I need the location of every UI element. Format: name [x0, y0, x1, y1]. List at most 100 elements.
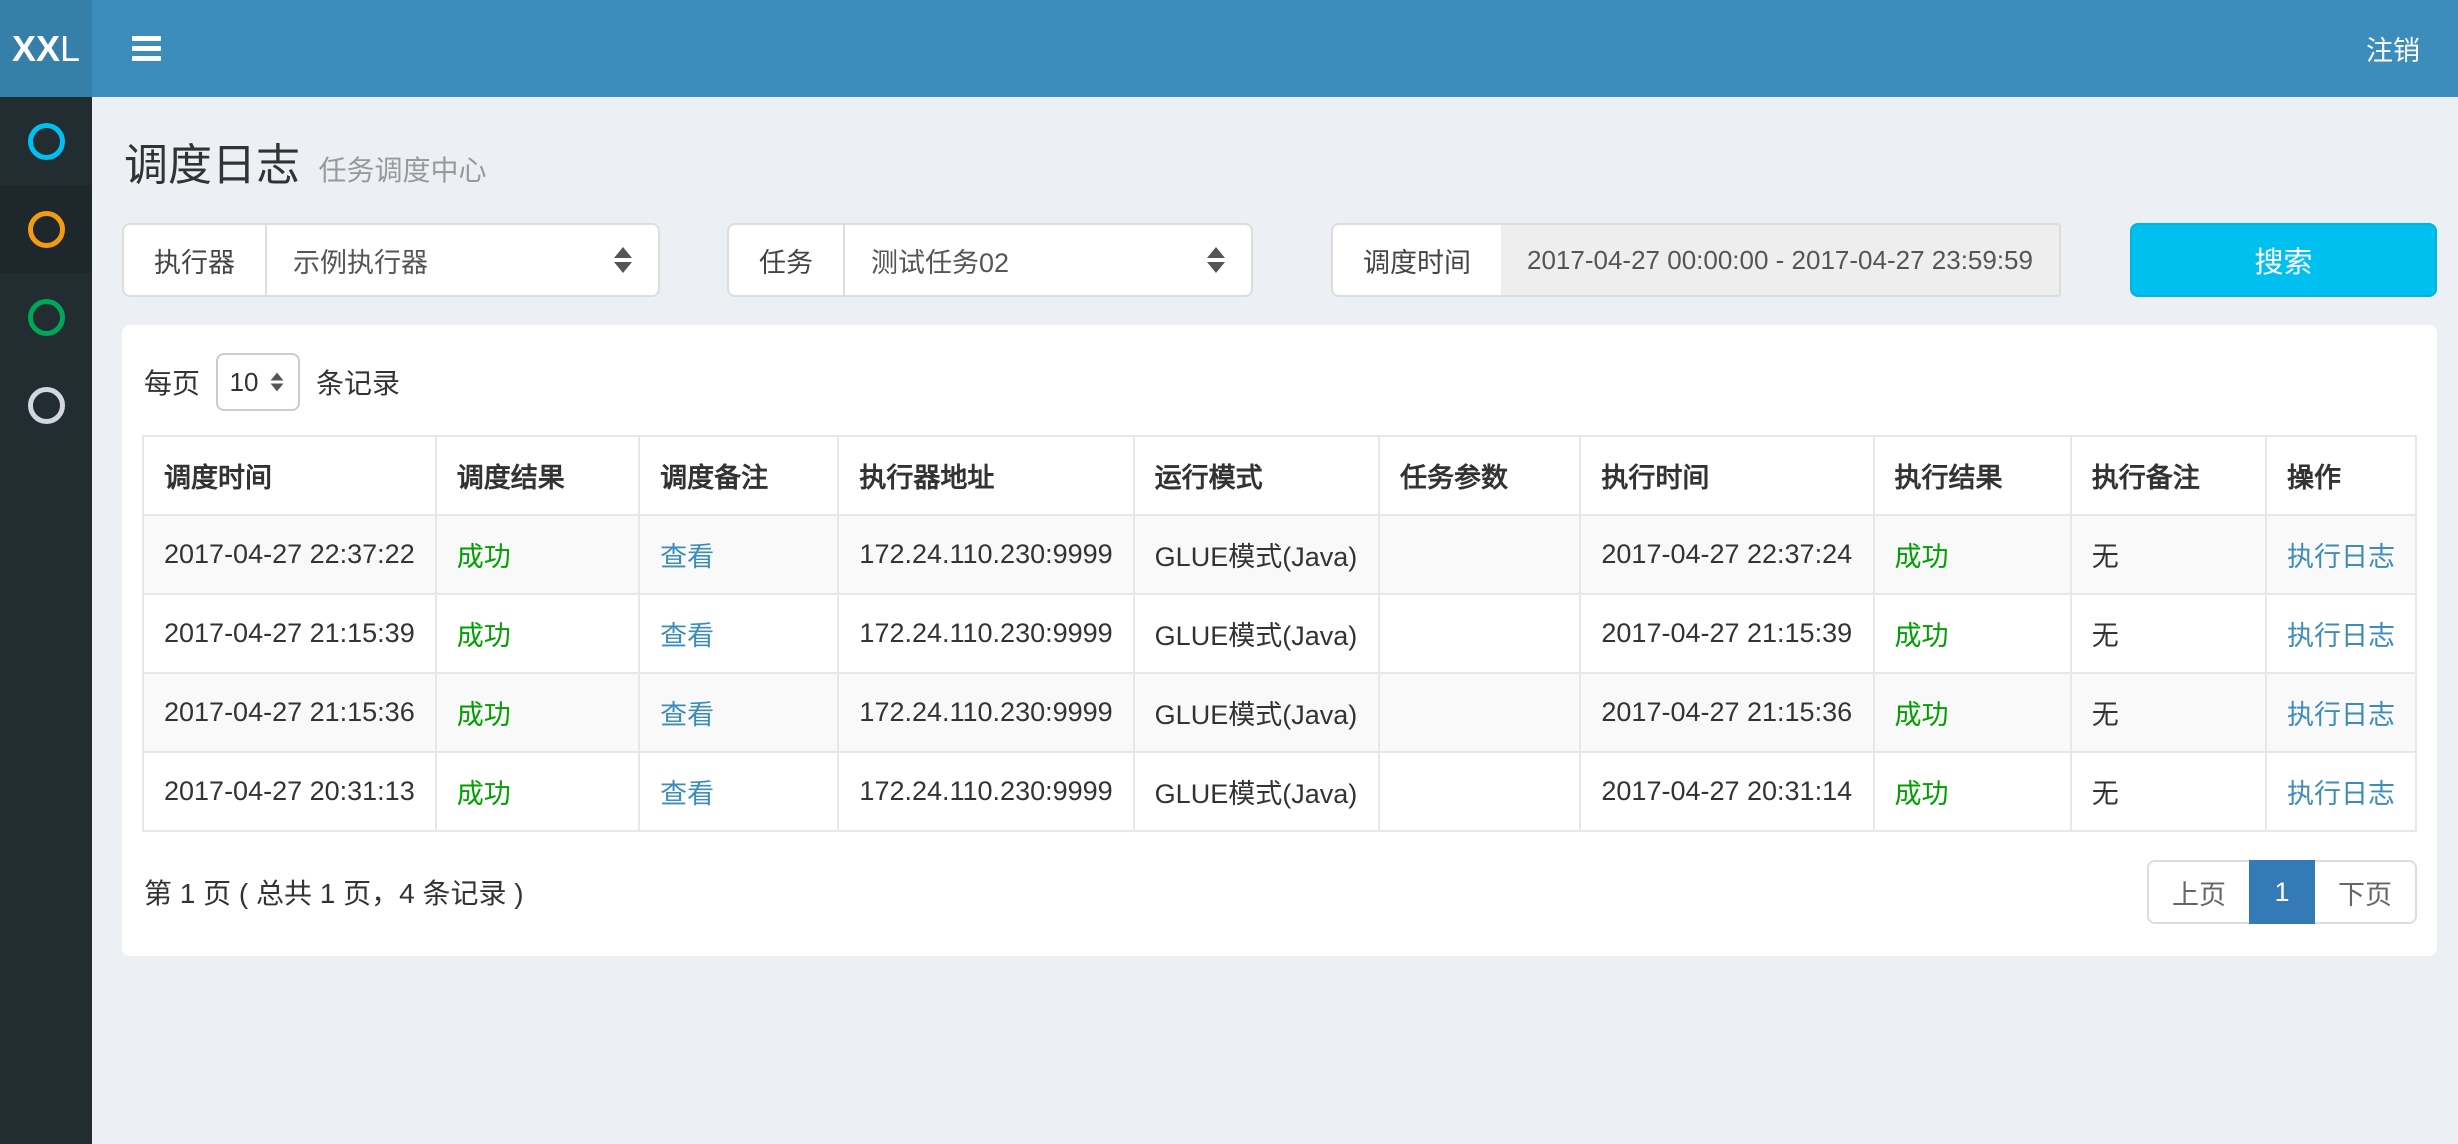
select-caret-icon: [271, 373, 284, 392]
column-header: 调度结果: [436, 436, 639, 515]
executor-address-cell: 172.24.110.230:9999: [838, 594, 1133, 673]
sidebar-item-3[interactable]: [0, 273, 92, 361]
handle-msg-cell: 无: [2071, 515, 2266, 594]
column-header: 执行结果: [1874, 436, 2071, 515]
table-row: 2017-04-27 20:31:13成功查看172.24.110.230:99…: [143, 752, 2416, 831]
dispatch-log-table: 调度时间调度结果调度备注执行器地址运行模式任务参数执行时间执行结果执行备注操作 …: [142, 435, 2417, 832]
handle-msg-cell: 无: [2071, 752, 2266, 831]
executor-address-cell: 172.24.110.230:9999: [838, 752, 1133, 831]
job-select[interactable]: 测试任务02: [845, 223, 1253, 297]
page-title: 调度日志: [124, 141, 300, 190]
xxl-job-admin-screen: XXL 注销 调度日志 任务调度中心 执行器 示例执行器 任务: [0, 0, 2458, 1144]
page-header: 调度日志 任务调度中心: [124, 129, 2437, 193]
trigger-msg-cell[interactable]: 查看: [639, 673, 838, 752]
action-cell[interactable]: 执行日志: [2266, 752, 2416, 831]
select-caret-icon: [1207, 247, 1225, 273]
trigger-msg-cell[interactable]: 查看: [639, 752, 838, 831]
sidebar-nav: [0, 97, 92, 1144]
handle-result-cell: 成功: [1874, 594, 2071, 673]
action-cell[interactable]: 执行日志: [2266, 515, 2416, 594]
pagination: 上页 1 下页: [2147, 860, 2417, 924]
job-filter-label: 任务: [727, 223, 845, 297]
content-area: 调度日志 任务调度中心 执行器 示例执行器 任务 测试任务02 调度时间: [92, 97, 2458, 1144]
filter-toolbar: 执行器 示例执行器 任务 测试任务02 调度时间 搜索: [122, 223, 2437, 297]
glue-type-cell: GLUE模式(Java): [1134, 515, 1379, 594]
prev-page-button[interactable]: 上页: [2147, 860, 2251, 924]
trigger-msg-cell[interactable]: 查看: [639, 515, 838, 594]
handle-result-cell: 成功: [1874, 752, 2071, 831]
action-cell[interactable]: 执行日志: [2266, 594, 2416, 673]
page-size-select[interactable]: 10: [216, 353, 300, 411]
circle-o-icon: [28, 211, 65, 248]
job-param-cell: [1379, 752, 1580, 831]
trigger-result-cell: 成功: [436, 515, 639, 594]
column-header: 执行备注: [2071, 436, 2266, 515]
job-filter-group: 任务 测试任务02: [727, 223, 1253, 297]
table-row: 2017-04-27 22:37:22成功查看172.24.110.230:99…: [143, 515, 2416, 594]
sidebar-toggle-icon[interactable]: [130, 25, 163, 72]
pagination-row: 第 1 页 ( 总共 1 页，4 条记录 ) 上页 1 下页: [142, 860, 2417, 924]
job-param-cell: [1379, 673, 1580, 752]
job-select-value: 测试任务02: [871, 241, 1009, 280]
navbar-main: 注销: [92, 0, 2458, 97]
handle-msg-cell: 无: [2071, 673, 2266, 752]
trigger-time-cell: 2017-04-27 21:15:36: [143, 673, 436, 752]
handle-result-cell: 成功: [1874, 515, 2071, 594]
executor-address-cell: 172.24.110.230:9999: [838, 673, 1133, 752]
trigger-time-cell: 2017-04-27 21:15:39: [143, 594, 436, 673]
executor-filter-label: 执行器: [122, 223, 267, 297]
column-header: 调度备注: [639, 436, 838, 515]
search-button[interactable]: 搜索: [2130, 223, 2437, 297]
next-page-button[interactable]: 下页: [2313, 860, 2417, 924]
circle-o-icon: [28, 299, 65, 336]
executor-filter-group: 执行器 示例执行器: [122, 223, 660, 297]
log-panel: 每页 10 条记录 调度时间调度结果调度备注执行器地址运行模式任务参数执行时间执…: [122, 325, 2437, 956]
glue-type-cell: GLUE模式(Java): [1134, 594, 1379, 673]
handle-time-cell: 2017-04-27 22:37:24: [1580, 515, 1873, 594]
executor-select-value: 示例执行器: [293, 241, 428, 280]
page-size-row: 每页 10 条记录: [144, 353, 2417, 411]
column-header: 操作: [2266, 436, 2416, 515]
page-size-prefix-label: 每页: [144, 362, 200, 402]
table-header-row: 调度时间调度结果调度备注执行器地址运行模式任务参数执行时间执行结果执行备注操作: [143, 436, 2416, 515]
handle-time-cell: 2017-04-27 21:15:36: [1580, 673, 1873, 752]
glue-type-cell: GLUE模式(Java): [1134, 673, 1379, 752]
trigger-time-cell: 2017-04-27 20:31:13: [143, 752, 436, 831]
trigger-time-range-input[interactable]: [1501, 223, 2061, 297]
sidebar-item-1[interactable]: [0, 97, 92, 185]
column-header: 执行时间: [1580, 436, 1873, 515]
logo-text-bold: XX: [12, 28, 60, 70]
column-header: 执行器地址: [838, 436, 1133, 515]
trigger-time-filter-group: 调度时间: [1331, 223, 2061, 297]
logo-text-light: L: [60, 28, 80, 70]
trigger-result-cell: 成功: [436, 594, 639, 673]
pagination-summary: 第 1 页 ( 总共 1 页，4 条记录 ): [144, 872, 524, 912]
trigger-msg-cell[interactable]: 查看: [639, 594, 838, 673]
trigger-result-cell: 成功: [436, 673, 639, 752]
action-cell[interactable]: 执行日志: [2266, 673, 2416, 752]
select-caret-icon: [614, 247, 632, 273]
sidebar-item-2[interactable]: [0, 185, 92, 273]
trigger-time-filter-label: 调度时间: [1331, 223, 1501, 297]
circle-o-icon: [28, 387, 65, 424]
handle-time-cell: 2017-04-27 21:15:39: [1580, 594, 1873, 673]
sidebar-item-4[interactable]: [0, 361, 92, 449]
column-header: 调度时间: [143, 436, 436, 515]
page-size-value: 10: [230, 367, 259, 398]
glue-type-cell: GLUE模式(Java): [1134, 752, 1379, 831]
executor-select[interactable]: 示例执行器: [267, 223, 660, 297]
executor-address-cell: 172.24.110.230:9999: [838, 515, 1133, 594]
table-row: 2017-04-27 21:15:36成功查看172.24.110.230:99…: [143, 673, 2416, 752]
column-header: 运行模式: [1134, 436, 1379, 515]
trigger-time-cell: 2017-04-27 22:37:22: [143, 515, 436, 594]
handle-time-cell: 2017-04-27 20:31:14: [1580, 752, 1873, 831]
app-logo[interactable]: XXL: [0, 0, 92, 97]
page-size-suffix-label: 条记录: [316, 362, 400, 402]
handle-msg-cell: 无: [2071, 594, 2266, 673]
page-1-button[interactable]: 1: [2249, 860, 2315, 924]
table-row: 2017-04-27 21:15:39成功查看172.24.110.230:99…: [143, 594, 2416, 673]
logout-link[interactable]: 注销: [2366, 29, 2420, 68]
table-body: 2017-04-27 22:37:22成功查看172.24.110.230:99…: [143, 515, 2416, 831]
page-subtitle: 任务调度中心: [318, 155, 486, 186]
trigger-result-cell: 成功: [436, 752, 639, 831]
